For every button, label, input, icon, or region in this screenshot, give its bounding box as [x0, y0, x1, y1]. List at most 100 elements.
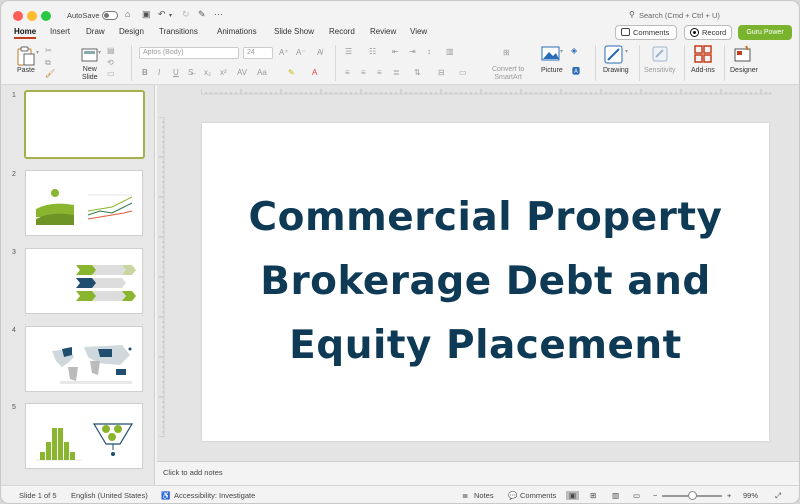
justify-icon[interactable]: ≣	[393, 68, 400, 77]
text-box-icon[interactable]: ▭	[459, 68, 467, 77]
more-icon[interactable]: ⋯	[214, 9, 223, 20]
tab-home[interactable]: Home	[14, 27, 37, 39]
section-icon[interactable]: ▭	[107, 69, 115, 78]
italic-icon[interactable]: I	[158, 68, 160, 77]
reset-icon[interactable]: ⟲	[107, 58, 114, 67]
customize-icon[interactable]: ✎	[198, 9, 206, 20]
notes-toggle[interactable]: Notes	[474, 491, 494, 500]
decrease-indent-icon[interactable]: ⇤	[392, 47, 399, 56]
decrease-font-icon[interactable]: A⁻	[296, 48, 306, 57]
picture-icon[interactable]	[541, 45, 561, 63]
align-right-icon[interactable]: ≡	[377, 68, 382, 77]
subscript-icon[interactable]: x₂	[204, 68, 211, 77]
drawing-icon[interactable]	[604, 45, 624, 65]
reading-view-icon[interactable]: ▥	[612, 491, 619, 500]
guru-power-button[interactable]: Guru Power	[738, 25, 792, 40]
bullets-icon[interactable]: ☰	[345, 47, 352, 56]
tab-transitions[interactable]: Transitions	[159, 27, 198, 36]
tab-record[interactable]: Record	[329, 27, 355, 36]
shapes-icon[interactable]: ◈	[571, 46, 577, 55]
accessibility-icon[interactable]: ♿	[161, 491, 170, 500]
cut-icon[interactable]: ✂	[45, 46, 52, 55]
line-spacing-icon[interactable]: ↕	[427, 47, 431, 56]
superscript-icon[interactable]: x²	[220, 68, 227, 77]
tab-design[interactable]: Design	[119, 27, 144, 36]
record-button[interactable]: Record	[684, 25, 732, 40]
autosave-toggle[interactable]	[102, 11, 118, 20]
align-center-icon[interactable]: ≡	[361, 68, 366, 77]
increase-font-icon[interactable]: A⁺	[279, 48, 289, 57]
fullscreen-window-button[interactable]	[41, 11, 51, 21]
copy-icon[interactable]: ⧉	[45, 58, 51, 68]
tab-review[interactable]: Review	[370, 27, 396, 36]
numbering-icon[interactable]: ☷	[369, 47, 376, 56]
slideshow-view-icon[interactable]: ▭	[633, 491, 640, 500]
comments-button[interactable]: Comments	[615, 25, 677, 40]
text-box-insert-icon[interactable]: 🅰	[572, 66, 580, 77]
font-color-icon[interactable]: A	[312, 68, 317, 77]
paste-icon[interactable]	[15, 46, 37, 66]
new-slide-icon[interactable]	[80, 46, 100, 64]
columns-icon[interactable]: ▥	[446, 47, 454, 56]
horizontal-ruler[interactable]	[201, 87, 771, 95]
slide-thumbnail-4[interactable]	[25, 326, 143, 392]
underline-icon[interactable]: U	[173, 68, 179, 77]
highlight-icon[interactable]: ✎	[288, 68, 295, 77]
close-window-button[interactable]	[13, 11, 23, 21]
zoom-level[interactable]: 99%	[743, 491, 758, 500]
sensitivity-icon[interactable]	[651, 45, 669, 65]
tab-insert[interactable]: Insert	[50, 27, 70, 36]
comments-status-icon[interactable]: 💬	[508, 491, 517, 500]
zoom-slider-handle[interactable]	[688, 491, 697, 500]
format-painter-icon[interactable]: 🖌	[45, 69, 55, 78]
notes-pane[interactable]: Click to add notes	[157, 461, 799, 483]
notes-icon[interactable]: ≣	[462, 491, 468, 500]
new-slide-dropdown-icon[interactable]: ▾	[98, 49, 101, 56]
save-icon[interactable]: ▣	[142, 9, 151, 20]
vertical-ruler[interactable]	[157, 117, 165, 437]
increase-indent-icon[interactable]: ⇥	[409, 47, 416, 56]
paste-dropdown-icon[interactable]: ▾	[36, 49, 39, 56]
slide-sorter-icon[interactable]: ⊞	[590, 491, 596, 500]
fit-slide-icon[interactable]: ⤢	[775, 491, 781, 501]
slide-thumbnail-1[interactable]	[24, 90, 145, 159]
tab-draw[interactable]: Draw	[86, 27, 105, 36]
tab-view[interactable]: View	[410, 27, 427, 36]
addins-icon[interactable]	[694, 45, 712, 63]
language-status[interactable]: English (United States)	[71, 491, 148, 500]
current-slide[interactable]: Commercial Property Brokerage Debt and E…	[202, 123, 769, 441]
slide-thumbnail-2[interactable]	[25, 170, 143, 236]
undo-dropdown-icon[interactable]: ▾	[169, 12, 172, 19]
undo-icon[interactable]: ↶	[158, 9, 166, 20]
font-name-select[interactable]: Aptos (Body)	[139, 47, 239, 59]
redo-icon[interactable]: ↻	[182, 9, 190, 20]
picture-dropdown-icon[interactable]: ▾	[560, 48, 563, 55]
thumbnail-3-graphic	[76, 265, 136, 301]
search-input[interactable]: Search (Cmd + Ctrl + U)	[639, 11, 720, 20]
slide-thumbnail-3[interactable]	[25, 248, 143, 314]
slide-title[interactable]: Commercial Property Brokerage Debt and E…	[226, 186, 746, 378]
align-left-icon[interactable]: ≡	[345, 68, 350, 77]
tab-animations[interactable]: Animations	[217, 27, 257, 36]
bold-icon[interactable]: B	[142, 68, 148, 77]
slide-thumbnail-5[interactable]	[25, 403, 143, 469]
align-text-icon[interactable]: ⊟	[438, 68, 445, 77]
layout-icon[interactable]: ▤	[107, 46, 115, 55]
zoom-out-icon[interactable]: −	[653, 491, 657, 500]
designer-icon[interactable]	[733, 45, 753, 64]
accessibility-status[interactable]: Accessibility: Investigate	[174, 491, 255, 500]
font-size-select[interactable]: 24	[243, 47, 273, 59]
smartart-icon[interactable]: ⊞	[503, 48, 510, 57]
tab-slide-show[interactable]: Slide Show	[274, 27, 314, 36]
comments-toggle[interactable]: Comments	[520, 491, 556, 500]
minimize-window-button[interactable]	[27, 11, 37, 21]
clear-format-icon[interactable]: A̸	[317, 48, 322, 57]
normal-view-icon[interactable]: ▣	[566, 491, 580, 500]
change-case-icon[interactable]: Aa	[257, 68, 267, 77]
text-direction-icon[interactable]: ⇅	[414, 68, 421, 77]
zoom-in-icon[interactable]: +	[727, 491, 731, 500]
character-spacing-icon[interactable]: AV	[237, 68, 247, 77]
strikethrough-icon[interactable]: S̶	[188, 68, 193, 77]
drawing-dropdown-icon[interactable]: ▾	[625, 48, 628, 55]
home-icon[interactable]: ⌂	[125, 9, 130, 19]
